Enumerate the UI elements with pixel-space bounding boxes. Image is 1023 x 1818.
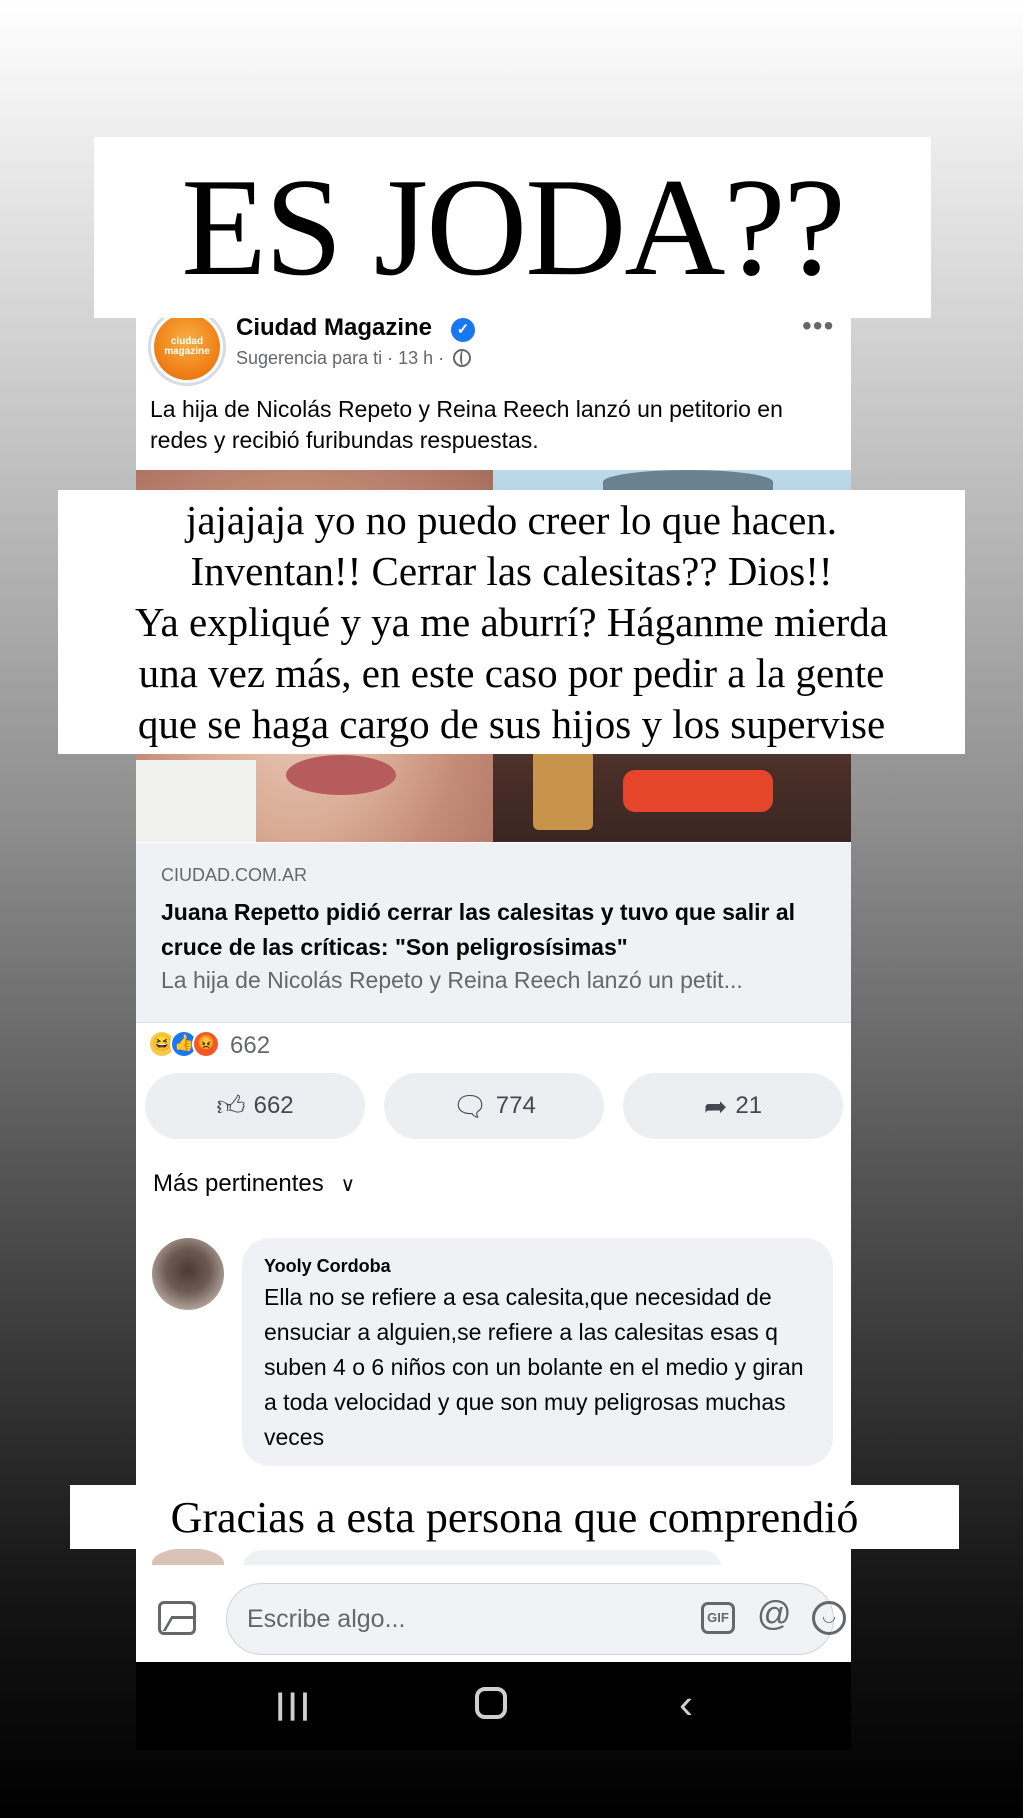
page-avatar-logo: ciudad magazine [154,314,220,380]
share-arrow-icon: ➦ [703,1090,728,1122]
globe-icon [453,349,472,367]
like-count: 662 [253,1092,294,1119]
story-text-line: que se haga cargo de sus hijos y los sup… [137,700,886,747]
story-title: ES JODA?? [181,150,845,305]
story-text-line: Inventan!! Cerrar las calesitas?? Dios!! [190,547,833,594]
share-button[interactable]: ➦ 21 [623,1073,843,1139]
carousel-animal [533,750,593,830]
angry-reaction-icon: 😡 [192,1030,220,1058]
post-text: La hija de Nicolás Repeto y Reina Reech … [150,396,783,453]
link-description: La hija de Nicolás Repeto y Reina Reech … [161,967,743,993]
android-nav-bar: ||| ‹ [136,1662,851,1750]
story-bottom-text: Gracias a esta persona que comprendió [170,1492,859,1542]
comment-author[interactable]: Yooly Cordoba [264,1256,391,1277]
verified-badge-icon: ✓ [451,318,475,342]
post-meta-text: Sugerencia para ti · 13 h · [236,348,445,368]
story-text-overlay: jajajaja yo no puedo creer lo que hacen.… [58,490,965,754]
comment-input[interactable]: Escribe algo... [226,1583,834,1655]
comment-count: 774 [495,1092,536,1119]
story-bottom-overlay: Gracias a esta persona que comprendió [70,1485,959,1549]
post-header: ciudad magazine Ciudad Magazine ✓ Sugere… [136,310,851,390]
chevron-down-icon: ∨ [340,1174,356,1196]
page-name[interactable]: Ciudad Magazine [236,314,432,342]
comment-composer: Escribe algo... GIF @ ◡ [136,1565,851,1670]
back-icon[interactable]: ‹ [679,1680,693,1728]
link-title: Juana Repetto pidió cerrar las calesitas… [161,899,796,960]
comment-bubble-icon: 🗨 [452,1090,488,1122]
comment-sort-dropdown[interactable]: Más pertinentes ∨ [153,1170,355,1198]
gif-icon[interactable]: GIF [701,1602,735,1634]
emoji-icon[interactable]: ◡ [812,1601,846,1635]
mention-icon[interactable]: @ [757,1595,792,1634]
post-meta: Sugerencia para ti · 13 h · [236,348,472,369]
photo-shirt [136,760,256,842]
link-preview[interactable]: CIUDAD.COM.AR Juana Repetto pidió cerrar… [136,843,851,1023]
story-text-line: jajajaja yo no puedo creer lo que hacen. [185,496,838,543]
sort-label: Más pertinentes [153,1170,324,1197]
recents-icon[interactable]: ||| [276,1688,313,1722]
link-domain: CIUDAD.COM.AR [161,865,308,885]
share-count: 21 [735,1092,763,1119]
like-button[interactable]: 👍︎ 662 [145,1073,365,1139]
story-title-overlay: ES JODA?? [94,137,931,318]
reaction-count: 662 [230,1032,271,1059]
comment-button[interactable]: 🗨 774 [384,1073,604,1139]
carousel-car [623,770,773,812]
page-avatar[interactable]: ciudad magazine [148,310,226,386]
commenter-avatar[interactable] [152,1238,224,1310]
thumbs-up-icon: 👍︎ [216,1090,246,1121]
story-text-line: Ya expliqué y ya me aburrí? Háganme mier… [135,598,888,645]
photo-lips [286,755,396,795]
comment-bubble[interactable]: Yooly Cordoba Ella no se refiere a esa c… [242,1238,833,1466]
photo-icon[interactable] [158,1601,196,1635]
story-text-line: una vez más, en este caso por pedir a la… [138,649,885,696]
comment-text: Ella no se refiere a esa calesita,que ne… [264,1284,804,1450]
home-icon[interactable] [475,1687,507,1719]
